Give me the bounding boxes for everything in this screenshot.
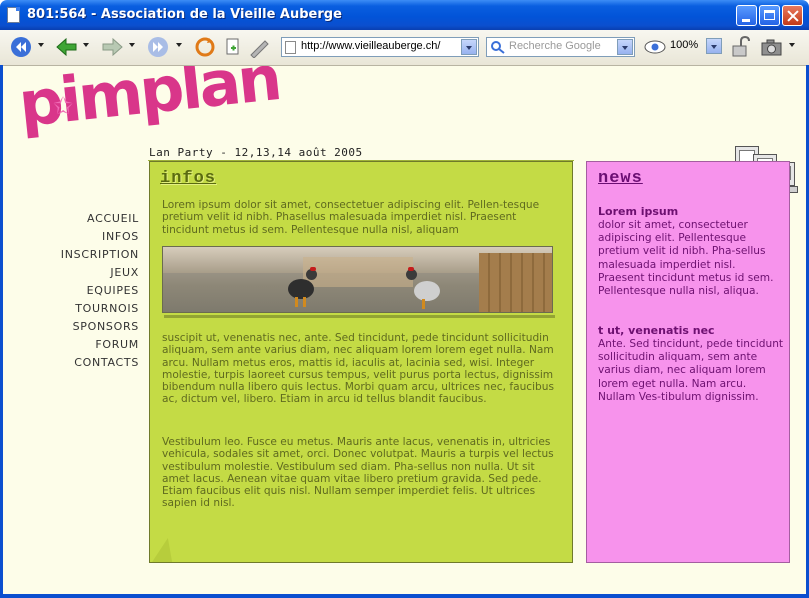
news-entry-text: Ante. Sed tincidunt, pede tincidunt soll… bbox=[598, 338, 784, 403]
maximize-button[interactable] bbox=[759, 5, 780, 26]
rewind-dropdown-icon[interactable] bbox=[38, 43, 44, 47]
news-entry-title: Lorem ipsum bbox=[598, 205, 679, 218]
infos-paragraph-3: Vestibulum leo. Fusce eu metus. Mauris a… bbox=[162, 436, 554, 510]
fast-forward-dropdown-icon[interactable] bbox=[176, 43, 182, 47]
infos-paragraph-2: suscipit ut, venenatis nec, ante. Sed ti… bbox=[162, 332, 555, 406]
news-heading: news bbox=[598, 169, 643, 188]
forward-button[interactable] bbox=[100, 36, 124, 58]
address-dropdown-button[interactable] bbox=[461, 39, 477, 55]
nav-accueil[interactable]: ACCUEIL bbox=[61, 210, 139, 228]
close-button[interactable] bbox=[782, 5, 803, 26]
pencil-icon bbox=[250, 40, 269, 59]
infos-heading: infos bbox=[160, 169, 217, 188]
nav-infos[interactable]: INFOS bbox=[61, 228, 139, 246]
address-bar[interactable]: http://www.vieilleauberge.ch/ bbox=[281, 37, 479, 57]
nav-jeux[interactable]: JEUX bbox=[61, 264, 139, 282]
fast-forward-icon bbox=[148, 37, 168, 57]
back-dropdown-icon[interactable] bbox=[83, 43, 89, 47]
chickens-photo bbox=[162, 246, 553, 313]
page-icon bbox=[285, 41, 296, 54]
window-title: 801:564 - Association de la Vieille Aube… bbox=[27, 7, 342, 22]
page-add-icon bbox=[226, 38, 239, 55]
search-dropdown-button[interactable] bbox=[617, 39, 633, 55]
nav-tournois[interactable]: TOURNOIS bbox=[61, 300, 139, 318]
nav-inscription[interactable]: INSCRIPTION bbox=[61, 246, 139, 264]
back-button[interactable] bbox=[55, 36, 79, 58]
forward-dropdown-icon[interactable] bbox=[129, 43, 135, 47]
camera-icon bbox=[761, 39, 782, 56]
event-subtitle: Lan Party - 12,13,14 août 2005 bbox=[149, 146, 363, 159]
page-button[interactable] bbox=[224, 36, 242, 58]
rewind-icon bbox=[11, 37, 31, 57]
rewind-button[interactable] bbox=[10, 36, 34, 58]
edit-button[interactable] bbox=[248, 36, 270, 59]
window-titlebar[interactable]: 801:564 - Association de la Vieille Aube… bbox=[0, 0, 809, 30]
page-curl-decoration bbox=[147, 538, 173, 564]
minimize-button[interactable] bbox=[736, 5, 757, 26]
nav-contacts[interactable]: CONTACTS bbox=[61, 354, 139, 372]
infos-paragraph-1: Lorem ipsum dolor sit amet, consectetuer… bbox=[162, 199, 540, 236]
zoom-dropdown-button[interactable] bbox=[706, 38, 722, 54]
document-icon bbox=[7, 7, 20, 23]
address-text[interactable]: http://www.vieilleauberge.ch/ bbox=[301, 40, 440, 52]
lock-open-icon bbox=[732, 35, 750, 57]
infos-panel: infos Lorem ipsum dolor sit amet, consec… bbox=[147, 160, 574, 564]
zoom-control[interactable]: 100% bbox=[642, 36, 722, 58]
news-entry-text: dolor sit amet, consectetuer adipiscing … bbox=[598, 219, 774, 298]
camera-dropdown-icon[interactable] bbox=[789, 43, 795, 47]
screenshot-button[interactable] bbox=[760, 36, 784, 58]
main-nav: ACCUEIL INFOS INSCRIPTION JEUX EQUIPES T… bbox=[61, 210, 139, 372]
search-box[interactable]: Recherche Google bbox=[486, 37, 635, 57]
back-arrow-icon bbox=[56, 37, 77, 57]
nav-equipes[interactable]: EQUIPES bbox=[61, 282, 139, 300]
news-entry-title: t ut, venenatis nec bbox=[598, 324, 715, 337]
search-icon bbox=[491, 41, 505, 54]
reload-button[interactable] bbox=[194, 36, 216, 58]
search-input[interactable]: Recherche Google bbox=[509, 40, 601, 52]
news-panel: news Lorem ipsum dolor sit amet, consect… bbox=[586, 161, 790, 563]
browser-toolbar: http://www.vieilleauberge.ch/ Recherche … bbox=[0, 30, 809, 66]
eye-icon bbox=[644, 40, 666, 54]
photo-shadow bbox=[164, 315, 555, 318]
web-page: pimplan ✩ Lan Party - 12,13,14 août 2005… bbox=[3, 66, 806, 594]
reload-icon bbox=[195, 37, 215, 57]
nav-sponsors[interactable]: SPONSORS bbox=[61, 318, 139, 336]
window-frame-bottom bbox=[0, 594, 809, 598]
fast-forward-button[interactable] bbox=[147, 36, 171, 58]
forward-arrow-icon bbox=[102, 37, 123, 57]
nav-forum[interactable]: FORUM bbox=[61, 336, 139, 354]
security-button[interactable] bbox=[730, 35, 750, 58]
star-icon: ✩ bbox=[53, 92, 74, 120]
zoom-level: 100% bbox=[670, 39, 699, 51]
